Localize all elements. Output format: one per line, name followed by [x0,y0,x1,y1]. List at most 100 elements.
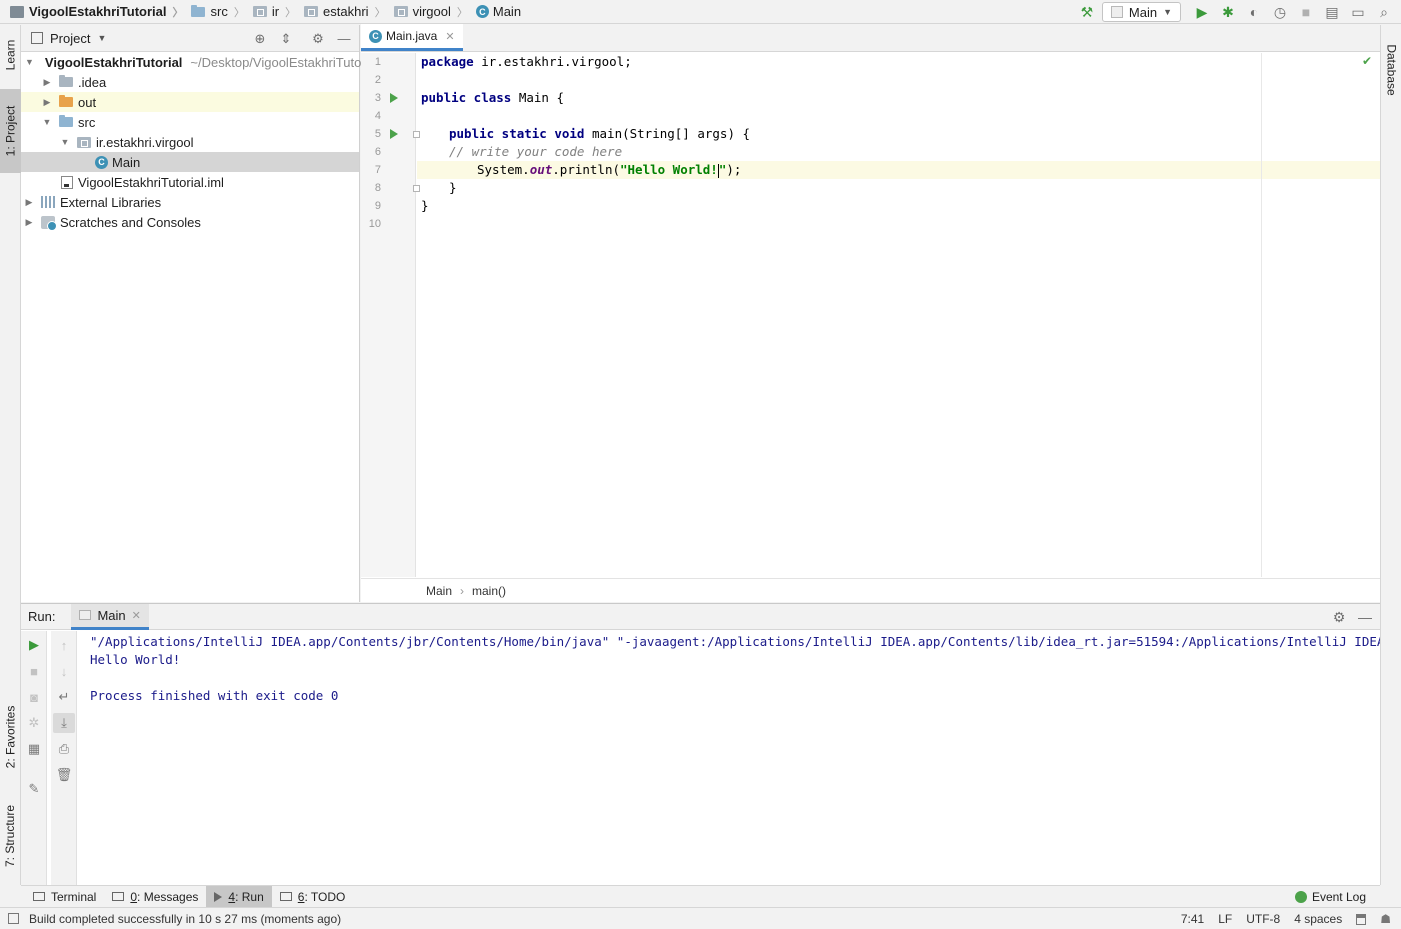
tree-item-src[interactable]: ▼ src [21,112,359,132]
run-tab-label: Main [97,607,126,623]
code-text: .println( [552,162,620,177]
breadcrumb-label: ir [271,4,280,19]
tree-item-out[interactable]: ▶ out [21,92,359,112]
tab-database[interactable]: Database [1381,35,1401,105]
arrow-up-icon[interactable]: ↑ [53,635,75,655]
expanded-arrow-icon[interactable]: ▼ [25,57,34,67]
expanded-arrow-icon[interactable]: ▼ [41,117,53,127]
run-gutter-icon[interactable] [390,129,398,139]
code-area[interactable]: package ir.estakhri.virgool; public clas… [417,53,1380,577]
close-icon[interactable]: ✕ [445,30,454,43]
tab-project[interactable]: 1: Project [0,89,21,173]
breadcrumb-ir[interactable]: ir 〉 [245,0,296,24]
tab-favorites-label: 2: Favorites [3,705,18,769]
profile-icon[interactable]: ◷ [1269,2,1291,22]
console-output[interactable]: "/Applications/IntelliJ IDEA.app/Content… [79,631,1380,886]
collapsed-arrow-icon[interactable]: ▶ [41,77,53,88]
toggle-panels-icon[interactable] [8,913,19,924]
arrow-down-icon[interactable]: ↓ [53,661,75,681]
collapse-all-icon[interactable]: ⇕ [275,29,297,49]
editor-gutter[interactable]: 1 2 3 4 5 6 7 8 9 10 [361,53,420,577]
tree-item-external-libraries[interactable]: ▶ External Libraries [21,192,359,212]
tree-item-package[interactable]: ▼ ir.estakhri.virgool [21,132,359,152]
hide-panel-icon[interactable]: — [1354,607,1376,627]
iml-file-icon [61,175,73,189]
tab-favorites[interactable]: 2: Favorites [0,693,21,781]
inspector-icon[interactable]: ☗ [1380,912,1391,926]
run-configuration-select[interactable]: Main ▼ [1101,2,1181,22]
tree-item-scratches[interactable]: ▶ Scratches and Consoles [21,212,359,232]
tab-messages[interactable]: 0: Messages [104,886,206,908]
tree-item-iml[interactable]: VigoolEstakhriTutorial.iml [21,172,359,192]
tab-label: : Messages [137,889,199,904]
gear-icon[interactable]: ⚙ [307,29,329,49]
locate-file-icon[interactable]: ⊕ [249,29,271,49]
print-icon[interactable]: ⎙ [53,739,75,759]
keyword: public class [421,90,512,105]
breadcrumb-src[interactable]: src 〉 [183,0,245,24]
thread-dump-icon[interactable]: ✲ [23,713,45,733]
collapsed-arrow-icon[interactable]: ▶ [23,197,35,208]
layout-icon[interactable]: ▦ [23,739,45,759]
tab-mnemonic: 0 [130,889,138,904]
tab-structure[interactable]: 7: Structure [0,795,21,877]
search-icon[interactable]: ⌕ [1373,2,1395,22]
status-message[interactable]: Build completed successfully in 10 s 27 … [29,912,341,926]
run-tab-main[interactable]: Main ✕ [71,603,149,630]
tree-item-idea[interactable]: ▶ .idea [21,72,359,92]
package-icon [77,136,91,148]
gear-icon[interactable]: ⚙ [1328,607,1350,627]
stop-icon[interactable]: ■ [23,661,45,681]
tree-item-label: External Libraries [60,194,162,210]
inspection-ok-icon[interactable]: ✔ [1362,54,1372,68]
breadcrumb-class[interactable]: Main [426,584,452,598]
tab-learn[interactable]: Learn [0,29,21,81]
stop-icon[interactable]: ■ [1295,2,1317,22]
tree-item-project-root[interactable]: ▼ VigoolEstakhriTutorial ~/Desktop/Vigoo… [21,52,379,72]
run-gutter-icon[interactable] [390,93,398,103]
breadcrumb-label: Main [492,4,522,19]
source-folder-icon [191,4,206,17]
frame-icon[interactable]: ▭ [1347,2,1369,22]
breadcrumb-project[interactable]: VigoolEstakhriTutorial 〉 [0,0,183,24]
run-tool-window: Run: Main ✕ ⚙ — ▶ ■ ◙ ✲ ▦ ✎ ↑ ↓ ↵ ⤓ ⎙ 🗑 … [21,603,1380,886]
pin-icon[interactable]: ✎ [23,779,45,799]
breadcrumb-method[interactable]: main() [472,584,506,598]
close-icon[interactable]: ✕ [132,609,141,622]
breadcrumb-estakhri[interactable]: estakhri 〉 [296,0,386,24]
camera-icon[interactable]: ◙ [23,687,45,707]
tab-run[interactable]: 4: Run [206,885,272,908]
coverage-icon[interactable]: ◐ [1243,2,1265,22]
tree-item-main[interactable]: C Main [21,152,359,172]
collapsed-arrow-icon[interactable]: ▶ [41,97,53,108]
indent-setting[interactable]: 4 spaces [1294,912,1342,926]
line-separator[interactable]: LF [1218,912,1232,926]
file-encoding[interactable]: UTF-8 [1246,912,1280,926]
build-hammer-icon[interactable]: ⚒ [1076,2,1098,22]
tab-todo[interactable]: 6: TODO [272,886,354,908]
breadcrumb-virgool[interactable]: virgool 〉 [386,0,468,24]
scratches-icon [41,215,57,231]
breadcrumb-main[interactable]: C Main [468,0,521,24]
line-number: 8 [374,182,381,194]
trash-icon[interactable]: 🗑 [53,765,75,785]
scroll-to-end-icon[interactable]: ⤓ [53,713,75,733]
collapsed-arrow-icon[interactable]: ▶ [23,217,35,228]
caret-position[interactable]: 7:41 [1181,912,1204,926]
soft-wrap-icon[interactable]: ↵ [53,687,75,707]
tab-main-java[interactable]: C Main.java ✕ [361,24,463,51]
tab-terminal[interactable]: Terminal [25,886,104,908]
debug-icon[interactable]: ✱ [1217,2,1239,22]
run-panel-tools: ⚙ — [1328,604,1376,630]
rerun-icon[interactable]: ▶ [23,635,45,655]
chevron-down-icon[interactable]: ▼ [97,33,106,43]
breadcrumb-label: VigoolEstakhriTutorial [29,4,167,19]
expanded-arrow-icon[interactable]: ▼ [59,137,71,147]
run-icon[interactable]: ▶ [1191,2,1213,22]
tab-event-log[interactable]: Event Log [1294,886,1366,908]
project-panel-title[interactable]: Project [50,31,90,46]
hide-panel-icon[interactable]: — [333,29,355,49]
lock-icon[interactable] [1356,913,1367,925]
project-structure-icon[interactable]: ▤ [1321,2,1343,22]
